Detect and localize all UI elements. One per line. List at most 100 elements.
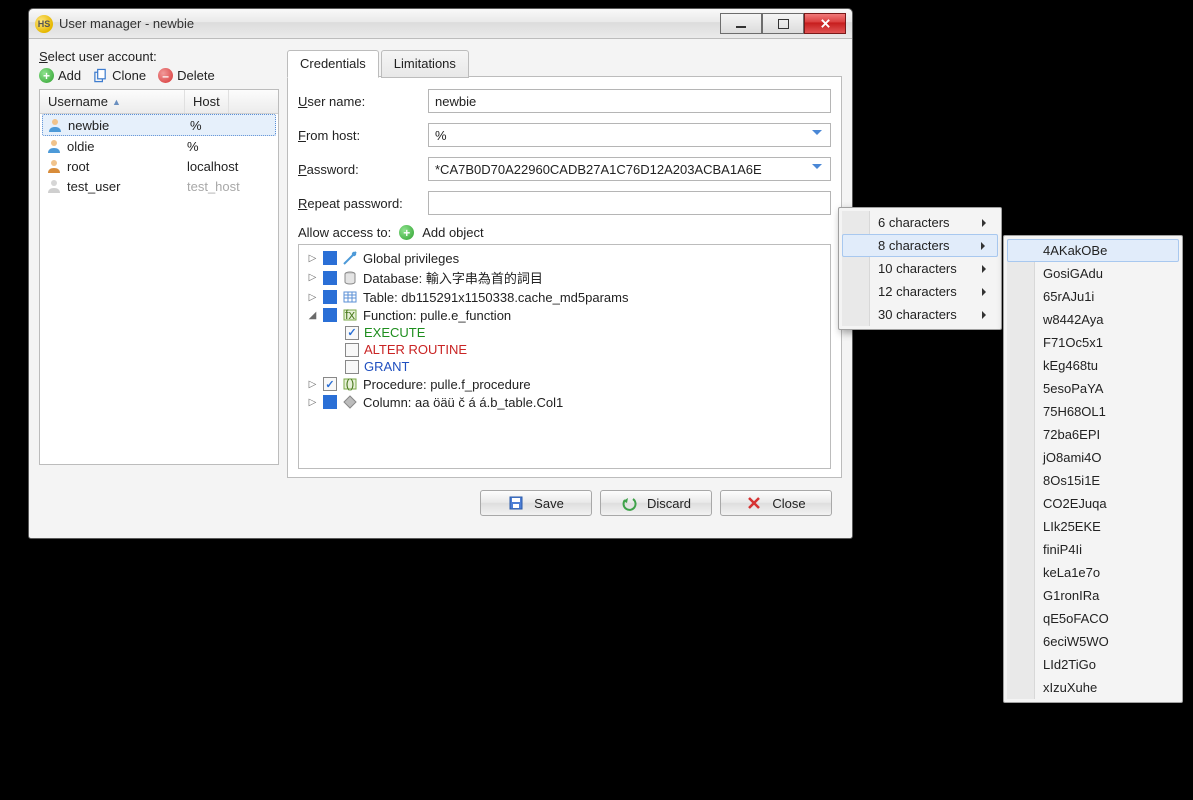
clone-icon: [93, 68, 108, 83]
menu-item-pass[interactable]: 75H68OL1: [1007, 400, 1179, 423]
checkbox[interactable]: [323, 290, 337, 304]
close-window-button[interactable]: [804, 13, 846, 34]
fromhost-combo[interactable]: %: [428, 123, 831, 147]
checkbox[interactable]: [323, 251, 337, 265]
repeatpass-input[interactable]: [428, 191, 831, 215]
user-row-oldie[interactable]: oldie %: [40, 136, 278, 156]
left-panel: Select user account: +Add Clone –Delete …: [39, 49, 279, 528]
tree-node-alter[interactable]: ALTER ROUTINE: [301, 341, 828, 358]
menu-item-pass[interactable]: kEg468tu: [1007, 354, 1179, 377]
user-row-test[interactable]: test_user test_host: [40, 176, 278, 196]
col-host[interactable]: Host: [185, 90, 229, 113]
tree-node-global[interactable]: ▷Global privileges: [301, 249, 828, 267]
clone-user-button[interactable]: Clone: [93, 68, 146, 83]
password-length-menu[interactable]: 6 characters 8 characters 10 characters …: [838, 207, 1002, 330]
tree-node-procedure[interactable]: ▷()Procedure: pulle.f_procedure: [301, 375, 828, 393]
tree-node-column[interactable]: ▷Column: aa öäü č á á.b_table.Col1: [301, 393, 828, 411]
menu-item-30chars[interactable]: 30 characters: [842, 303, 998, 326]
procedure-icon: (): [342, 376, 358, 392]
tree-node-grant[interactable]: GRANT: [301, 358, 828, 375]
checkbox[interactable]: [345, 326, 359, 340]
col-username[interactable]: Username ▲: [40, 90, 185, 113]
minimize-button[interactable]: [720, 13, 762, 34]
checkbox[interactable]: [323, 271, 337, 285]
expand-icon[interactable]: ▷: [307, 397, 318, 408]
menu-item-pass[interactable]: F71Oc5x1: [1007, 331, 1179, 354]
password-label: Password:: [298, 162, 428, 177]
tab-credentials[interactable]: Credentials: [287, 50, 379, 78]
right-panel: Credentials Limitations User name:newbie…: [287, 49, 842, 528]
menu-item-pass[interactable]: LId2TiGo: [1007, 653, 1179, 676]
sort-asc-icon: ▲: [112, 97, 121, 107]
credentials-panel: User name:newbie From host:% Password:*C…: [287, 76, 842, 478]
undo-icon: [621, 495, 637, 511]
menu-item-pass[interactable]: CO2EJuqa: [1007, 492, 1179, 515]
svg-text:(): (): [346, 376, 355, 391]
fromhost-label: From host:: [298, 128, 428, 143]
collapse-icon[interactable]: ◢: [307, 310, 318, 321]
username-input[interactable]: newbie: [428, 89, 831, 113]
minus-icon: –: [158, 68, 173, 83]
user-manager-window: HS User manager - newbie Select user acc…: [28, 8, 853, 539]
add-user-button[interactable]: +Add: [39, 68, 81, 83]
menu-item-pass[interactable]: 65rAJu1i: [1007, 285, 1179, 308]
submenu-arrow-icon: [982, 265, 990, 273]
globe-icon: [342, 250, 358, 266]
expand-icon[interactable]: ▷: [307, 292, 318, 303]
checkbox[interactable]: [323, 395, 337, 409]
maximize-button[interactable]: [762, 13, 804, 34]
password-combo[interactable]: *CA7B0D70A22960CADB27A1C76D12A203ACBA1A6…: [428, 157, 831, 181]
menu-item-12chars[interactable]: 12 characters: [842, 280, 998, 303]
menu-item-pass[interactable]: 6eciW5WO: [1007, 630, 1179, 653]
expand-icon[interactable]: ▷: [307, 253, 318, 264]
user-row-root[interactable]: root localhost: [40, 156, 278, 176]
save-button[interactable]: Save: [480, 490, 592, 516]
tree-node-table[interactable]: ▷Table: db115291x1150338.cache_md5params: [301, 288, 828, 306]
privilege-tree[interactable]: ▷Global privileges ▷Database: 輸入字串為首的詞目 …: [298, 244, 831, 469]
user-icon: [46, 138, 62, 154]
menu-item-8chars[interactable]: 8 characters: [842, 234, 998, 257]
tree-node-function[interactable]: ◢fxFunction: pulle.e_function: [301, 306, 828, 324]
menu-item-pass[interactable]: xIzuXuhe: [1007, 676, 1179, 699]
menu-item-pass[interactable]: G1ronIRa: [1007, 584, 1179, 607]
tree-node-database[interactable]: ▷Database: 輸入字串為首的詞目: [301, 267, 828, 288]
menu-item-pass[interactable]: keLa1e7o: [1007, 561, 1179, 584]
content-area: Select user account: +Add Clone –Delete …: [29, 39, 852, 538]
svg-text:fx: fx: [345, 307, 356, 322]
repeatpass-label: Repeat password:: [298, 196, 428, 211]
user-row-newbie[interactable]: newbie %: [42, 114, 276, 136]
menu-item-6chars[interactable]: 6 characters: [842, 211, 998, 234]
tab-limitations[interactable]: Limitations: [381, 50, 469, 78]
menu-item-pass[interactable]: qE5oFACO: [1007, 607, 1179, 630]
database-icon: [342, 270, 358, 286]
plus-icon: +: [39, 68, 54, 83]
menu-item-pass[interactable]: 8Os15i1E: [1007, 469, 1179, 492]
expand-icon[interactable]: ▷: [307, 272, 318, 283]
menu-item-pass[interactable]: 72ba6EPI: [1007, 423, 1179, 446]
function-icon: fx: [342, 307, 358, 323]
menu-item-pass[interactable]: 4AKakOBe: [1007, 239, 1179, 262]
menu-item-pass[interactable]: jO8ami4O: [1007, 446, 1179, 469]
close-button[interactable]: Close: [720, 490, 832, 516]
allow-label: Allow access to:: [298, 225, 391, 240]
menu-item-pass[interactable]: w8442Aya: [1007, 308, 1179, 331]
menu-item-pass[interactable]: finiP4Ii: [1007, 538, 1179, 561]
expand-icon[interactable]: ▷: [307, 379, 318, 390]
menu-item-pass[interactable]: GosiGAdu: [1007, 262, 1179, 285]
discard-button[interactable]: Discard: [600, 490, 712, 516]
user-icon: [46, 178, 62, 194]
titlebar[interactable]: HS User manager - newbie: [29, 9, 852, 39]
password-suggestions-menu[interactable]: 4AKakOBe GosiGAdu 65rAJu1i w8442Aya F71O…: [1003, 235, 1183, 703]
menu-item-10chars[interactable]: 10 characters: [842, 257, 998, 280]
add-object-button[interactable]: Add object: [422, 225, 483, 240]
checkbox[interactable]: [323, 377, 337, 391]
checkbox[interactable]: [345, 343, 359, 357]
tree-node-execute[interactable]: EXECUTE: [301, 324, 828, 341]
plus-icon: +: [399, 225, 414, 240]
menu-item-pass[interactable]: LIk25EKE: [1007, 515, 1179, 538]
checkbox[interactable]: [345, 360, 359, 374]
delete-user-button[interactable]: –Delete: [158, 68, 215, 83]
window-buttons: [720, 13, 846, 34]
menu-item-pass[interactable]: 5esoPaYA: [1007, 377, 1179, 400]
checkbox[interactable]: [323, 308, 337, 322]
